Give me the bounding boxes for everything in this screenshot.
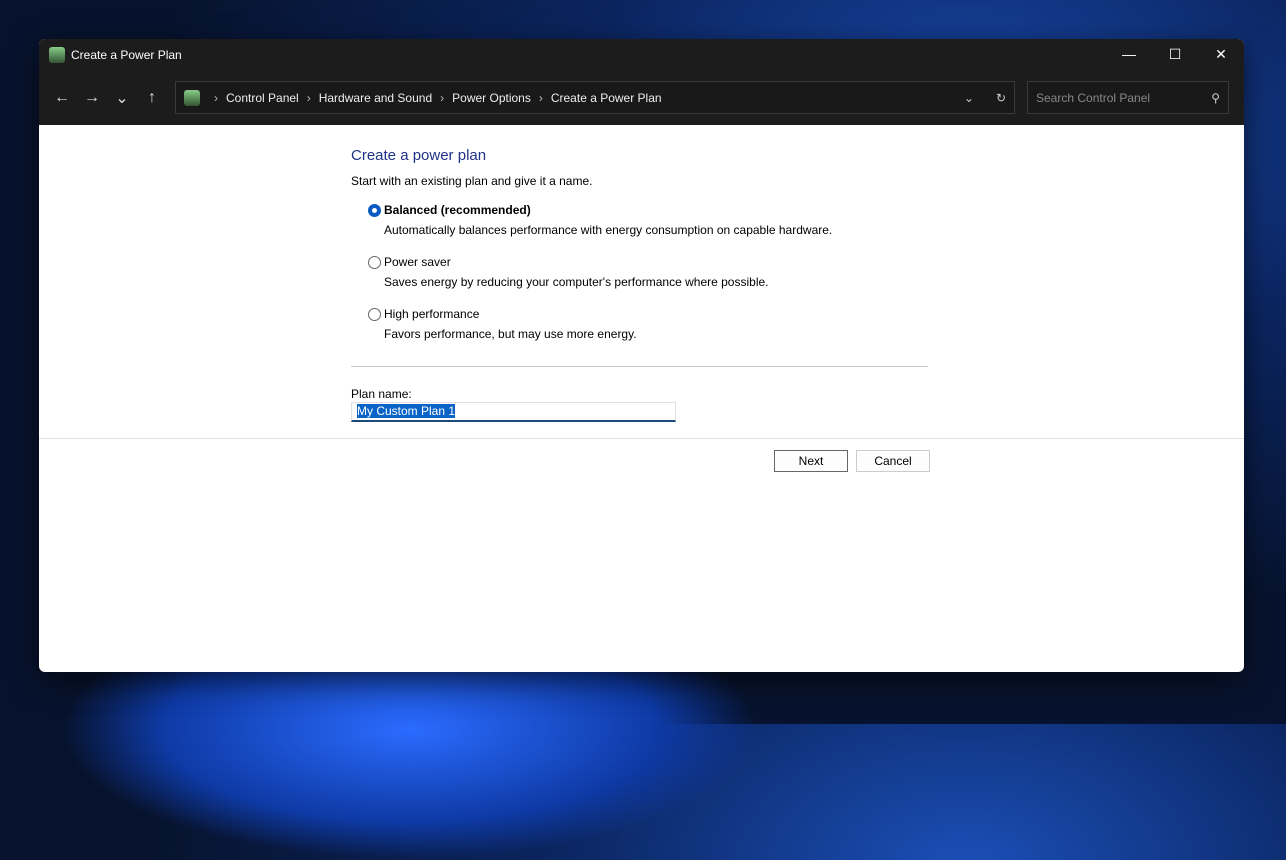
- back-arrow-icon[interactable]: ←: [47, 89, 77, 107]
- title-bar: Create a Power Plan — ☐ ✕: [39, 39, 1244, 70]
- window-title: Create a Power Plan: [71, 47, 182, 62]
- minimize-button[interactable]: —: [1106, 46, 1152, 63]
- option-label[interactable]: High performance: [384, 307, 479, 321]
- refresh-icon[interactable]: ↻: [996, 91, 1006, 105]
- page-title: Create a power plan: [351, 147, 487, 164]
- intro-text: Start with an existing plan and give it …: [351, 174, 593, 188]
- option-description: Saves energy by reducing your computer's…: [384, 275, 769, 290]
- control-panel-window: Create a Power Plan — ☐ ✕ ← → ⌄ ↑ › Cont…: [39, 39, 1244, 672]
- radio-power-saver[interactable]: [368, 256, 381, 270]
- search-icon[interactable]: ⚲: [1211, 91, 1220, 105]
- radio-balanced[interactable]: [368, 204, 381, 218]
- address-dropdown-icon[interactable]: ⌄: [964, 91, 974, 105]
- close-button[interactable]: ✕: [1198, 46, 1244, 63]
- option-label[interactable]: Power saver: [384, 255, 451, 269]
- chevron-right-icon: ›: [306, 90, 311, 105]
- plan-name-value[interactable]: My Custom Plan 1: [357, 404, 456, 418]
- forward-arrow-icon[interactable]: →: [77, 89, 107, 107]
- radio-high-performance[interactable]: [368, 308, 381, 322]
- maximize-button[interactable]: ☐: [1152, 46, 1198, 63]
- search-input[interactable]: Search Control Panel ⚲: [1027, 81, 1229, 114]
- chevron-right-icon: ›: [538, 90, 543, 105]
- option-balanced[interactable]: Balanced (recommended) Automatically bal…: [368, 203, 832, 237]
- plan-name-input[interactable]: My Custom Plan 1: [351, 402, 676, 422]
- breadcrumb-power-options[interactable]: Power Options: [452, 91, 531, 105]
- divider: [39, 438, 1244, 439]
- breadcrumb-control-panel[interactable]: Control Panel: [226, 91, 299, 105]
- search-placeholder: Search Control Panel: [1036, 90, 1151, 105]
- up-arrow-icon[interactable]: ↑: [137, 89, 167, 107]
- main-content: Create a power plan Start with an existi…: [39, 125, 1244, 672]
- chevron-right-icon: ›: [440, 90, 445, 105]
- option-power-saver[interactable]: Power saver Saves energy by reducing you…: [368, 255, 769, 289]
- cancel-button[interactable]: Cancel: [856, 450, 930, 472]
- option-label[interactable]: Balanced (recommended): [384, 203, 531, 217]
- next-button[interactable]: Next: [774, 450, 848, 472]
- option-description: Automatically balances performance with …: [384, 223, 833, 238]
- navigation-bar: ← → ⌄ ↑ › Control Panel › Hardware and S…: [39, 70, 1244, 125]
- chevron-right-icon: ›: [214, 90, 218, 105]
- address-bar[interactable]: › Control Panel › Hardware and Sound › P…: [175, 81, 1015, 114]
- plan-name-label: Plan name:: [351, 387, 412, 401]
- divider: [351, 366, 928, 367]
- control-panel-icon: [184, 89, 200, 106]
- option-high-performance[interactable]: High performance Favors performance, but…: [368, 307, 637, 341]
- power-options-icon: [49, 46, 65, 63]
- breadcrumb-create-power-plan[interactable]: Create a Power Plan: [551, 91, 662, 105]
- breadcrumb-hardware-and-sound[interactable]: Hardware and Sound: [319, 91, 432, 105]
- recent-locations-chevron-icon[interactable]: ⌄: [107, 88, 137, 108]
- option-description: Favors performance, but may use more ene…: [384, 327, 637, 342]
